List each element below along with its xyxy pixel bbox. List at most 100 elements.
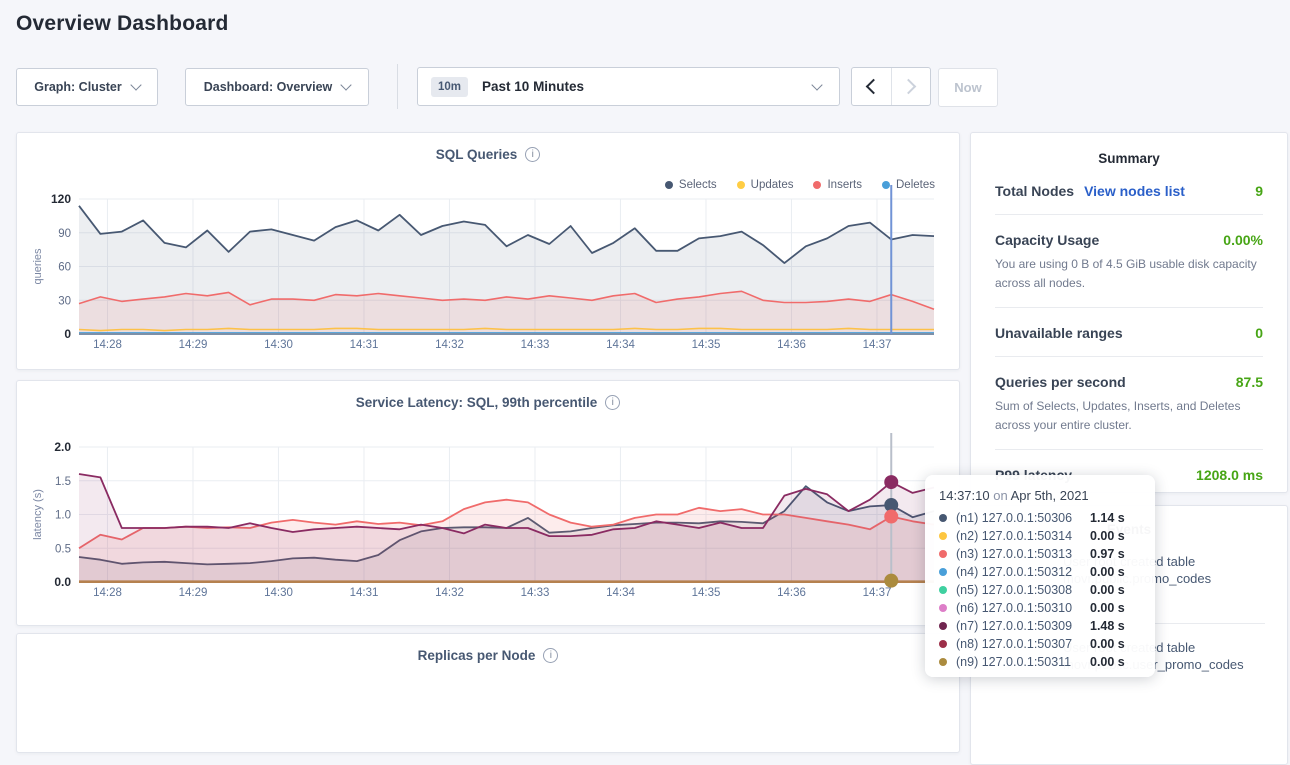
- service-latency-title: Service Latency: SQL, 99th percentile i: [17, 395, 959, 410]
- capacity-usage-description: You are using 0 B of 4.5 GiB usable disk…: [995, 255, 1263, 292]
- time-window-badge: 10m: [431, 77, 468, 97]
- series-dot-icon: [939, 550, 947, 558]
- tooltip-row: (n7) 127.0.0.1:503091.48 s: [939, 617, 1141, 635]
- svg-text:60: 60: [58, 262, 71, 274]
- svg-text:14:36: 14:36: [777, 339, 806, 351]
- series-dot-icon: [939, 640, 947, 648]
- tooltip-row: (n2) 127.0.0.1:503140.00 s: [939, 527, 1141, 545]
- svg-text:14:28: 14:28: [93, 587, 122, 599]
- svg-text:14:32: 14:32: [435, 587, 464, 599]
- tooltip-time: 14:37:10: [939, 488, 990, 503]
- time-range-dropdown[interactable]: 10m Past 10 Minutes: [417, 67, 840, 106]
- series-dot-icon: [939, 658, 947, 666]
- tooltip-row: (n5) 127.0.0.1:503080.00 s: [939, 581, 1141, 599]
- dashboard-dropdown-label: Dashboard: Overview: [204, 80, 333, 94]
- svg-text:14:31: 14:31: [350, 339, 379, 351]
- replicas-per-node-panel: Replicas per Node i: [16, 633, 960, 753]
- total-nodes-label: Total Nodes: [995, 183, 1074, 199]
- page-title: Overview Dashboard: [16, 12, 229, 36]
- tooltip-node-value: 0.00 s: [1090, 583, 1125, 597]
- queries-per-second-value: 87.5: [1236, 374, 1263, 390]
- sql-queries-title: SQL Queries i: [17, 147, 959, 162]
- svg-text:0.0: 0.0: [54, 575, 71, 589]
- svg-text:14:30: 14:30: [264, 339, 293, 351]
- series-dot-icon: [939, 532, 947, 540]
- graph-dropdown[interactable]: Graph: Cluster: [16, 68, 158, 106]
- time-range-label: Past 10 Minutes: [482, 79, 584, 94]
- queries-per-second-description: Sum of Selects, Updates, Inserts, and De…: [995, 397, 1263, 434]
- tooltip-row: (n8) 127.0.0.1:503070.00 s: [939, 635, 1141, 653]
- sql-queries-panel: SQL Queries i SelectsUpdatesInsertsDelet…: [16, 132, 960, 370]
- chevron-down-icon: [130, 79, 141, 90]
- tooltip-on: on: [993, 488, 1007, 503]
- info-icon[interactable]: i: [543, 648, 558, 663]
- series-dot-icon: [939, 568, 947, 576]
- svg-text:2.0: 2.0: [54, 440, 71, 454]
- tooltip-node-address: (n6) 127.0.0.1:50310: [956, 601, 1090, 615]
- svg-text:0.5: 0.5: [55, 543, 71, 555]
- total-nodes-row: Total Nodes View nodes list 9: [995, 166, 1263, 215]
- svg-text:latency (s): latency (s): [32, 489, 44, 540]
- svg-text:14:37: 14:37: [863, 587, 892, 599]
- tooltip-row: (n4) 127.0.0.1:503120.00 s: [939, 563, 1141, 581]
- svg-text:14:33: 14:33: [521, 587, 550, 599]
- svg-text:queries: queries: [32, 248, 44, 285]
- svg-text:0: 0: [64, 327, 71, 341]
- tooltip-node-address: (n5) 127.0.0.1:50308: [956, 583, 1090, 597]
- svg-text:14:35: 14:35: [692, 587, 721, 599]
- info-icon[interactable]: i: [605, 395, 620, 410]
- overview-dashboard-page: Overview Dashboard Graph: Cluster Dashbo…: [0, 0, 1290, 689]
- chevron-left-icon: [865, 79, 881, 95]
- next-time-button[interactable]: [891, 68, 931, 105]
- p99-latency-value: 1208.0 ms: [1196, 467, 1263, 483]
- svg-text:14:31: 14:31: [350, 587, 379, 599]
- service-latency-chart[interactable]: 0.00.51.01.52.014:2814:2914:3014:3114:32…: [25, 415, 953, 607]
- tooltip-row: (n9) 127.0.0.1:503110.00 s: [939, 653, 1141, 671]
- tooltip-node-value: 0.97 s: [1090, 547, 1125, 561]
- svg-text:1.5: 1.5: [55, 476, 71, 488]
- queries-per-second-row: Queries per second 87.5 Sum of Selects, …: [995, 357, 1263, 450]
- total-nodes-value: 9: [1255, 183, 1263, 199]
- unavailable-ranges-label: Unavailable ranges: [995, 325, 1123, 341]
- tooltip-node-address: (n2) 127.0.0.1:50314: [956, 529, 1090, 543]
- series-dot-icon: [939, 586, 947, 594]
- capacity-usage-row: Capacity Usage 0.00% You are using 0 B o…: [995, 215, 1263, 308]
- tooltip-node-value: 0.00 s: [1090, 655, 1125, 669]
- sql-queries-chart[interactable]: 030609012014:2814:2914:3014:3114:3214:33…: [25, 167, 953, 359]
- tooltip-node-value: 0.00 s: [1090, 637, 1125, 651]
- tooltip-row: (n1) 127.0.0.1:503061.14 s: [939, 509, 1141, 527]
- svg-text:90: 90: [58, 228, 71, 240]
- prev-time-button[interactable]: [852, 68, 891, 105]
- tooltip-date: Apr 5th, 2021: [1011, 488, 1089, 503]
- info-icon[interactable]: i: [525, 147, 540, 162]
- unavailable-ranges-row: Unavailable ranges 0: [995, 308, 1263, 357]
- chevron-down-icon: [811, 79, 822, 90]
- tooltip-node-address: (n1) 127.0.0.1:50306: [956, 511, 1090, 525]
- series-dot-icon: [939, 604, 947, 612]
- svg-text:14:29: 14:29: [179, 587, 208, 599]
- now-button[interactable]: Now: [938, 68, 998, 107]
- chevron-down-icon: [341, 79, 352, 90]
- capacity-usage-label: Capacity Usage: [995, 232, 1099, 248]
- dashboard-dropdown[interactable]: Dashboard: Overview: [185, 68, 369, 106]
- capacity-usage-value: 0.00%: [1223, 232, 1263, 248]
- graph-dropdown-label: Graph: Cluster: [34, 80, 122, 94]
- svg-text:14:28: 14:28: [93, 339, 122, 351]
- summary-panel: Summary Total Nodes View nodes list 9 Ca…: [970, 132, 1288, 493]
- series-dot-icon: [939, 622, 947, 630]
- unavailable-ranges-value: 0: [1255, 325, 1263, 341]
- summary-title: Summary: [971, 151, 1287, 166]
- replicas-per-node-title: Replicas per Node i: [17, 648, 959, 663]
- svg-text:30: 30: [58, 295, 71, 307]
- tooltip-node-value: 0.00 s: [1090, 529, 1125, 543]
- tooltip-node-address: (n4) 127.0.0.1:50312: [956, 565, 1090, 579]
- sql-queries-title-text: SQL Queries: [436, 147, 518, 162]
- svg-text:14:37: 14:37: [863, 339, 892, 351]
- tooltip-row: (n3) 127.0.0.1:503130.97 s: [939, 545, 1141, 563]
- svg-text:14:35: 14:35: [692, 339, 721, 351]
- tooltip-row: (n6) 127.0.0.1:503100.00 s: [939, 599, 1141, 617]
- tooltip-node-address: (n9) 127.0.0.1:50311: [956, 655, 1090, 669]
- tooltip-timestamp: 14:37:10 on Apr 5th, 2021: [939, 488, 1141, 503]
- divider: [397, 64, 398, 109]
- view-nodes-list-link[interactable]: View nodes list: [1084, 183, 1185, 199]
